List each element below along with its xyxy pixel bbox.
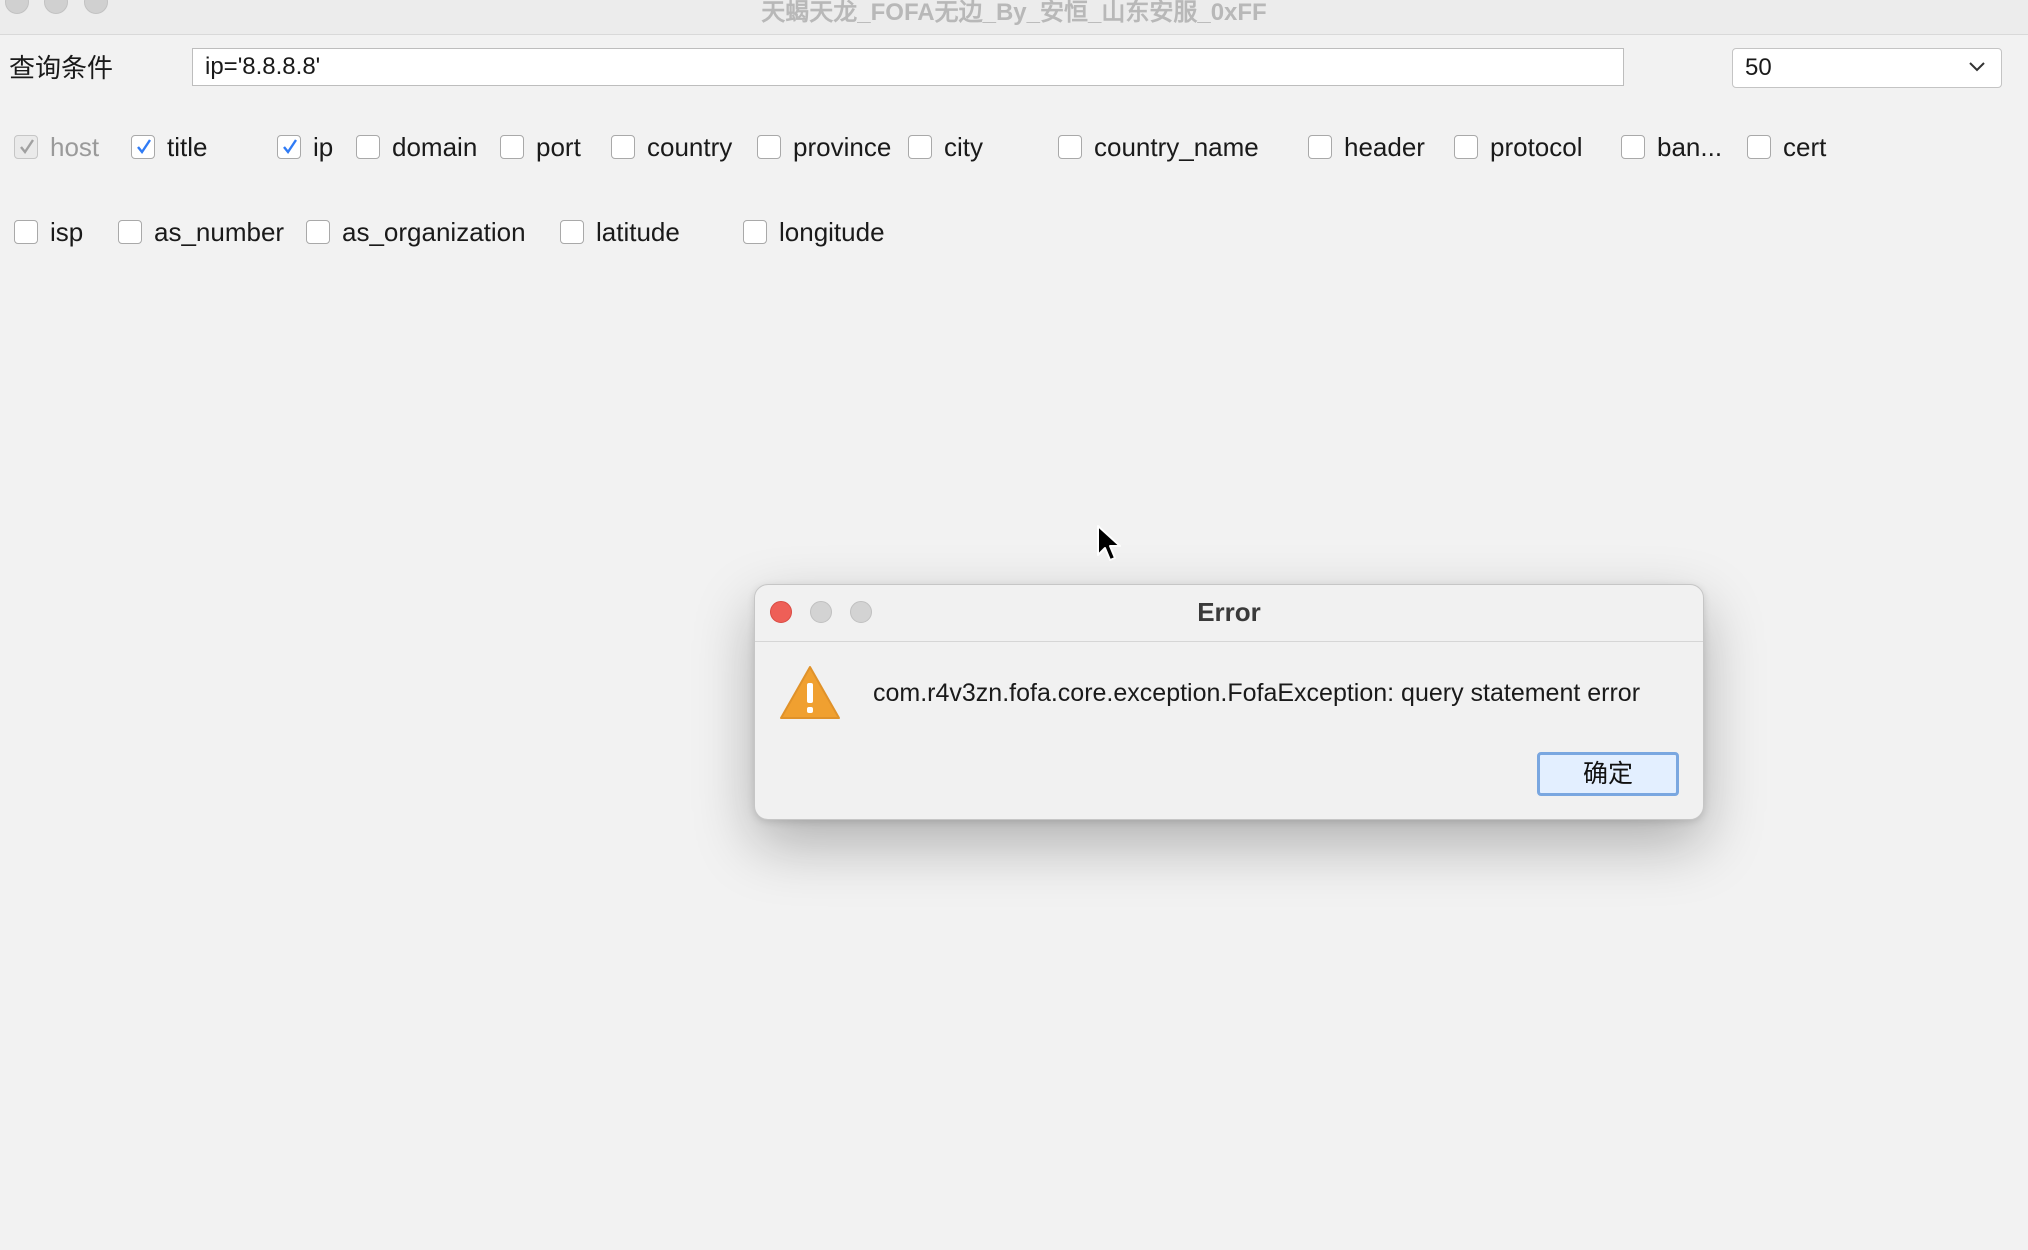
field-label: header — [1344, 131, 1425, 162]
field-checkbox-as-number[interactable]: as_number — [118, 215, 284, 249]
field-checkbox-banner[interactable]: ban... — [1621, 130, 1722, 164]
field-checkbox-country-name[interactable]: country_name — [1058, 130, 1259, 164]
field-checkbox-as-organization[interactable]: as_organization — [306, 215, 526, 249]
checkbox-box[interactable] — [118, 220, 142, 244]
checkbox-box[interactable] — [908, 135, 932, 159]
checkbox-box[interactable] — [1621, 135, 1645, 159]
field-checkbox-city[interactable]: city — [908, 130, 983, 164]
window-title: 天蝎天龙_FOFA无边_By_安恒_山东安服_0xFF — [761, 0, 1267, 26]
dialog-title: Error — [1197, 597, 1261, 627]
field-checkbox-ip[interactable]: ip — [277, 130, 333, 164]
checkbox-box[interactable] — [131, 135, 155, 159]
checkbox-box[interactable] — [306, 220, 330, 244]
field-label: as_organization — [342, 216, 526, 247]
field-label: country — [647, 131, 733, 162]
checkbox-box[interactable] — [757, 135, 781, 159]
checkbox-box[interactable] — [1747, 135, 1771, 159]
field-checkbox-longitude[interactable]: longitude — [743, 215, 885, 249]
field-checkbox-header[interactable]: header — [1308, 130, 1425, 164]
field-checkbox-isp[interactable]: isp — [14, 215, 83, 249]
field-checkbox-title[interactable]: title — [131, 130, 207, 164]
size-select[interactable]: 50 — [1732, 48, 2002, 88]
field-label: isp — [50, 216, 84, 247]
field-label: port — [536, 131, 581, 162]
main-window: 天蝎天龙_FOFA无边_By_安恒_山东安服_0xFF 查询条件 50 host… — [0, 0, 2028, 1250]
field-label: ban... — [1657, 131, 1723, 162]
field-label: ip — [313, 131, 334, 162]
query-label: 查询条件 — [9, 54, 114, 84]
query-input[interactable] — [192, 48, 1624, 86]
checkbox-box[interactable] — [356, 135, 380, 159]
field-checkbox-country[interactable]: country — [611, 130, 732, 164]
checkbox-box[interactable] — [14, 220, 38, 244]
field-label: province — [793, 131, 892, 162]
field-checkbox-cert[interactable]: cert — [1747, 130, 1826, 164]
size-select-value: 50 — [1745, 54, 1772, 81]
field-label: host — [50, 131, 100, 162]
checkmark-icon — [20, 139, 34, 155]
checkbox-box[interactable] — [611, 135, 635, 159]
checkbox-box[interactable] — [277, 135, 301, 159]
dialog-titlebar: Error — [755, 585, 1703, 642]
checkbox-box[interactable] — [1308, 135, 1332, 159]
field-checkbox-host[interactable]: host — [14, 130, 99, 164]
checkbox-box[interactable] — [560, 220, 584, 244]
mouse-cursor-icon — [1097, 525, 1121, 561]
field-checkbox-province[interactable]: province — [757, 130, 891, 164]
ok-button[interactable]: 确定 — [1537, 752, 1679, 796]
field-label: country_name — [1094, 131, 1259, 162]
checkmark-icon — [283, 139, 297, 155]
field-checkbox-protocol[interactable]: protocol — [1454, 130, 1583, 164]
field-checkbox-latitude[interactable]: latitude — [560, 215, 680, 249]
field-label: as_number — [154, 216, 285, 247]
field-label: domain — [392, 131, 478, 162]
field-label: longitude — [779, 216, 885, 247]
dialog-message: com.r4v3zn.fofa.core.exception.FofaExcep… — [873, 679, 1641, 707]
checkbox-box[interactable] — [14, 135, 38, 159]
checkbox-box[interactable] — [500, 135, 524, 159]
checkmark-icon — [137, 139, 151, 155]
chevron-down-icon — [1969, 62, 1985, 72]
field-checkbox-domain[interactable]: domain — [356, 130, 477, 164]
field-label: city — [944, 131, 983, 162]
field-label: title — [167, 131, 208, 162]
checkbox-box[interactable] — [1454, 135, 1478, 159]
error-dialog: Error com.r4v3zn.fofa.core.exception.Fof… — [754, 584, 1704, 820]
checkbox-box[interactable] — [743, 220, 767, 244]
field-label: protocol — [1490, 131, 1583, 162]
warning-icon — [780, 666, 840, 719]
field-label: cert — [1783, 131, 1827, 162]
window-titlebar: 天蝎天龙_FOFA无边_By_安恒_山东安服_0xFF — [0, 0, 2028, 35]
field-checkbox-port[interactable]: port — [500, 130, 581, 164]
checkbox-box[interactable] — [1058, 135, 1082, 159]
field-label: latitude — [596, 216, 680, 247]
